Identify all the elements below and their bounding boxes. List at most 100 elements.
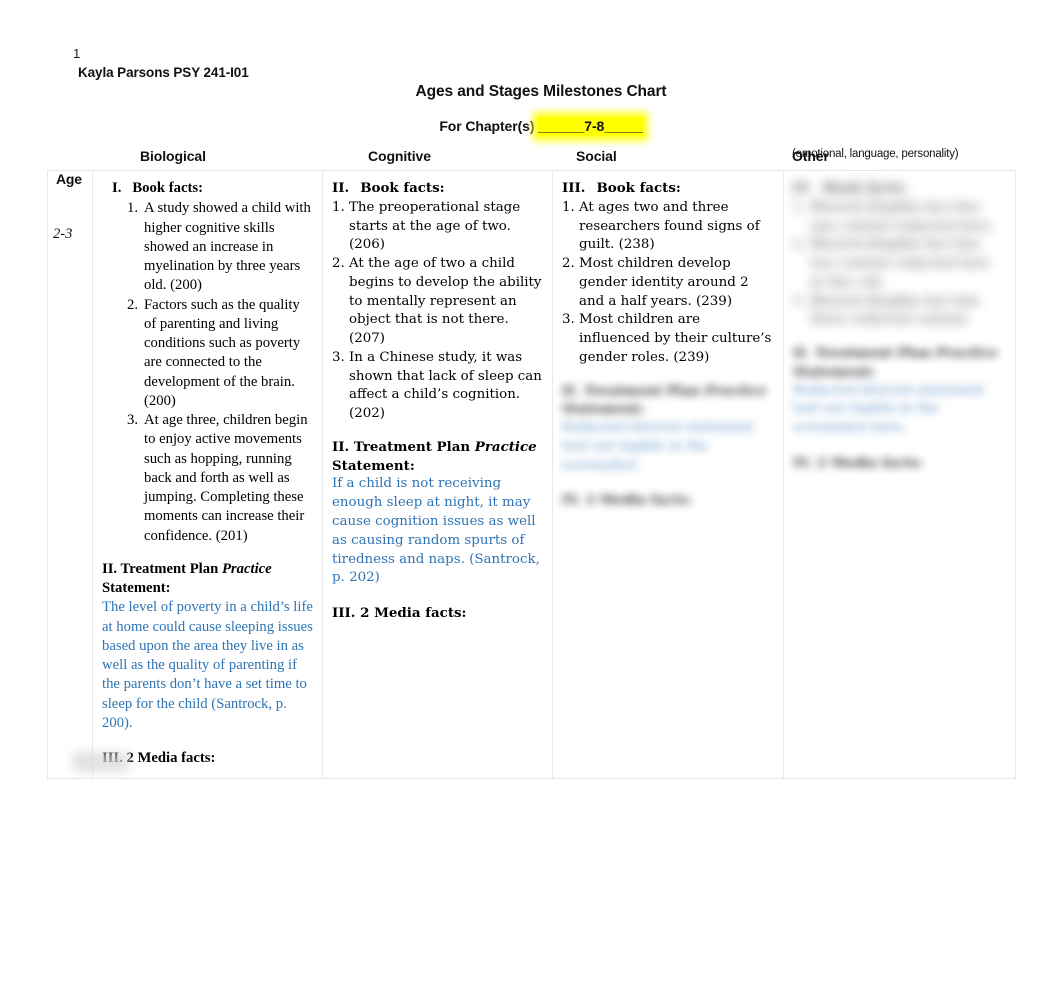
list-item-text: In a Chinese study, it was shown that la… [349,349,542,422]
other-statement-text: Redacted blurred statement text not legi… [793,382,985,436]
column-headers: Biological Cognitive Social Other (emoti… [0,148,1062,170]
cell-cognitive-body: II. Book facts: 1. The preoperational stag… [323,171,552,633]
cognitive-book-facts-heading: II. Book facts: [332,179,543,198]
biological-book-facts-numeral: I. [112,180,122,196]
list-item: 3. At age three, children begin to enjoy … [127,411,313,546]
cognitive-treatment-plan-label: II. Treatment Plan [332,438,475,455]
age-range-value: 2-3 [53,226,73,242]
cell-cognitive: II. Book facts: 1. The preoperational stag… [322,169,553,780]
biological-book-facts-block: I. Book facts: 1. A study showed a child w… [102,179,313,546]
cognitive-facts-list: 1. The preoperational stage starts at the… [332,199,543,424]
cognitive-treatment-plan-practice: Practice [474,438,537,455]
biological-media-facts-heading: III. 2 Media facts: [102,750,216,766]
list-item: 3. Most children are influenced by their … [562,311,774,367]
biological-statement-label: Statement: [102,580,171,596]
other-book-facts-numeral: IV. [793,180,812,196]
list-item: 1. Blurred illegible fact line one conten… [793,199,1006,237]
cell-biological: I. Book facts: 1. A study showed a child w… [92,169,323,780]
chapter-value-highlight: ______7-8_____ [538,117,643,136]
milestones-chart-table: Age 2-3 I. Book facts: 1. A study showed a… [47,169,1016,780]
list-item-number: 2. [332,256,345,272]
biological-treatment-plan-heading: II. Treatment Plan Practice [102,560,313,579]
document-title-text: Ages and Stages Milestones Chart [415,83,667,100]
list-item-text: Blurred illegible fact line three redact… [810,293,981,328]
column-header-cognitive: Cognitive [368,148,431,164]
document-title: Ages and Stages Milestones Chart [0,83,1062,101]
list-item-text: A study showed a child with higher cogni… [144,200,311,294]
list-item: 2. Factors such as the quality of parenti… [127,296,313,412]
social-book-facts-label: Book facts: [596,180,681,196]
list-item-number: 1. [562,199,575,215]
age-column-label: Age [56,171,82,187]
social-treatment-plan-heading: II. Treatment Plan Practice [562,382,774,401]
other-redacted-treatment-block: II. Treatment Plan Practice Statement: R… [793,344,1006,438]
cognitive-statement-label: Statement: [332,457,415,474]
list-item: 3. In a Chinese study, it was shown that … [332,349,543,424]
author-byline: Kayla Parsons PSY 241-I01 [78,65,249,80]
list-item-number: 1. [332,199,345,215]
list-item-number: 1. [127,200,139,217]
list-item: 2. At the age of two a child begins to de… [332,255,543,349]
other-treatment-plan-heading: II. Treatment Plan Practice [793,344,1006,363]
cognitive-book-facts-numeral: II. [332,180,350,196]
list-item: 3. Blurred illegible fact line three reda… [793,293,1006,331]
page-number: 1 [73,46,81,61]
list-item-text: At ages two and three researchers found … [579,199,760,253]
biological-treatment-plan-practice: Practice [221,560,272,577]
list-item-number: 2. [793,237,806,253]
table-row: Age 2-3 I. Book facts: 1. A study showed a… [47,169,1016,780]
other-book-facts-label: Book facts: [822,180,908,196]
list-item-number: 3. [793,293,806,309]
list-item-number: 3. [127,412,139,428]
cell-social: III. Book facts: 1. At ages two and three … [552,169,784,780]
list-item-text: Most children are influenced by their cu… [579,312,772,365]
list-item-text: At age three, children begin to enjoy ac… [144,412,308,544]
biological-book-facts-label: Book facts: [132,180,203,196]
list-item: 2. Blurred illegible fact line two conten… [793,236,1006,292]
chapter-line: For Chapter(s) ______7-8_____ [0,117,1062,136]
social-book-facts-numeral: III. [562,180,586,196]
list-item-number: 1. [793,199,806,215]
biological-book-facts-heading: I. Book facts: [112,179,313,198]
age-cell: Age 2-3 [47,169,93,780]
biological-statement-text: The level of poverty in a child’s life a… [102,599,313,731]
biological-treatment-plan-label: II. Treatment Plan [102,560,222,577]
social-treatment-plan-label: II. Treatment Plan [562,382,705,399]
other-redacted-book-facts-block: IV. Book facts: 1. Blurred illegible fact … [793,179,1006,330]
other-media-facts-heading: IV. 2 Media facts: [793,454,924,471]
column-header-biological: Biological [140,148,206,164]
list-item: 2. Most children develop gender identity … [562,255,774,311]
list-item: 1. At ages two and three researchers foun… [562,199,774,255]
list-item-text: At the age of two a child begins to deve… [349,256,542,347]
list-item-text: Most children develop gender identity ar… [579,256,749,309]
chapter-line-inner: For Chapter(s) ______7-8_____ [439,117,643,136]
list-item-number: 3. [332,349,345,365]
cognitive-media-facts-heading: III. 2 Media facts: [332,605,467,622]
cognitive-treatment-plan-heading: II. Treatment Plan Practice [332,438,543,457]
other-book-facts-heading: IV. Book facts: [793,179,1006,198]
social-media-facts-heading: IV. 2 Media facts: [562,492,693,509]
other-treatment-plan-label: II. Treatment Plan [793,345,936,362]
list-item-number: 2. [562,256,575,272]
cell-social-body: III. Book facts: 1. At ages two and three … [553,171,783,520]
list-item-text: Factors such as the quality of parenting… [144,296,301,409]
list-item-number: 3. [562,312,575,328]
cognitive-book-facts-label: Book facts: [360,180,445,196]
chapter-prefix-label: For Chapter(s) [439,118,539,134]
footer-redacted-smudge [72,752,129,772]
list-item-text: Blurred illegible fact line two content … [810,237,991,290]
other-facts-list: 1. Blurred illegible fact line one conten… [793,199,1006,330]
cell-other: IV. Book facts: 1. Blurred illegible fact … [783,169,1016,780]
list-item-text: The preoperational stage starts at the a… [349,199,521,253]
list-item-text: Blurred illegible fact line one content … [810,199,995,234]
cell-other-body: IV. Book facts: 1. Blurred illegible fact … [784,171,1015,483]
social-book-facts-heading: III. Book facts: [562,179,774,198]
biological-facts-list: 1. A study showed a child with higher cog… [127,199,313,546]
other-statement-label: Statement: [793,363,876,380]
list-item: 1. A study showed a child with higher cog… [127,199,313,295]
cognitive-statement-text: If a child is not receiving enough sleep… [332,476,540,586]
other-treatment-plan-practice: Practice [935,345,998,362]
cell-biological-body: I. Book facts: 1. A study showed a child w… [93,171,322,778]
social-facts-list: 1. At ages two and three researchers foun… [562,199,774,368]
social-statement-text: Redacted blurred statement text not legi… [562,420,754,473]
